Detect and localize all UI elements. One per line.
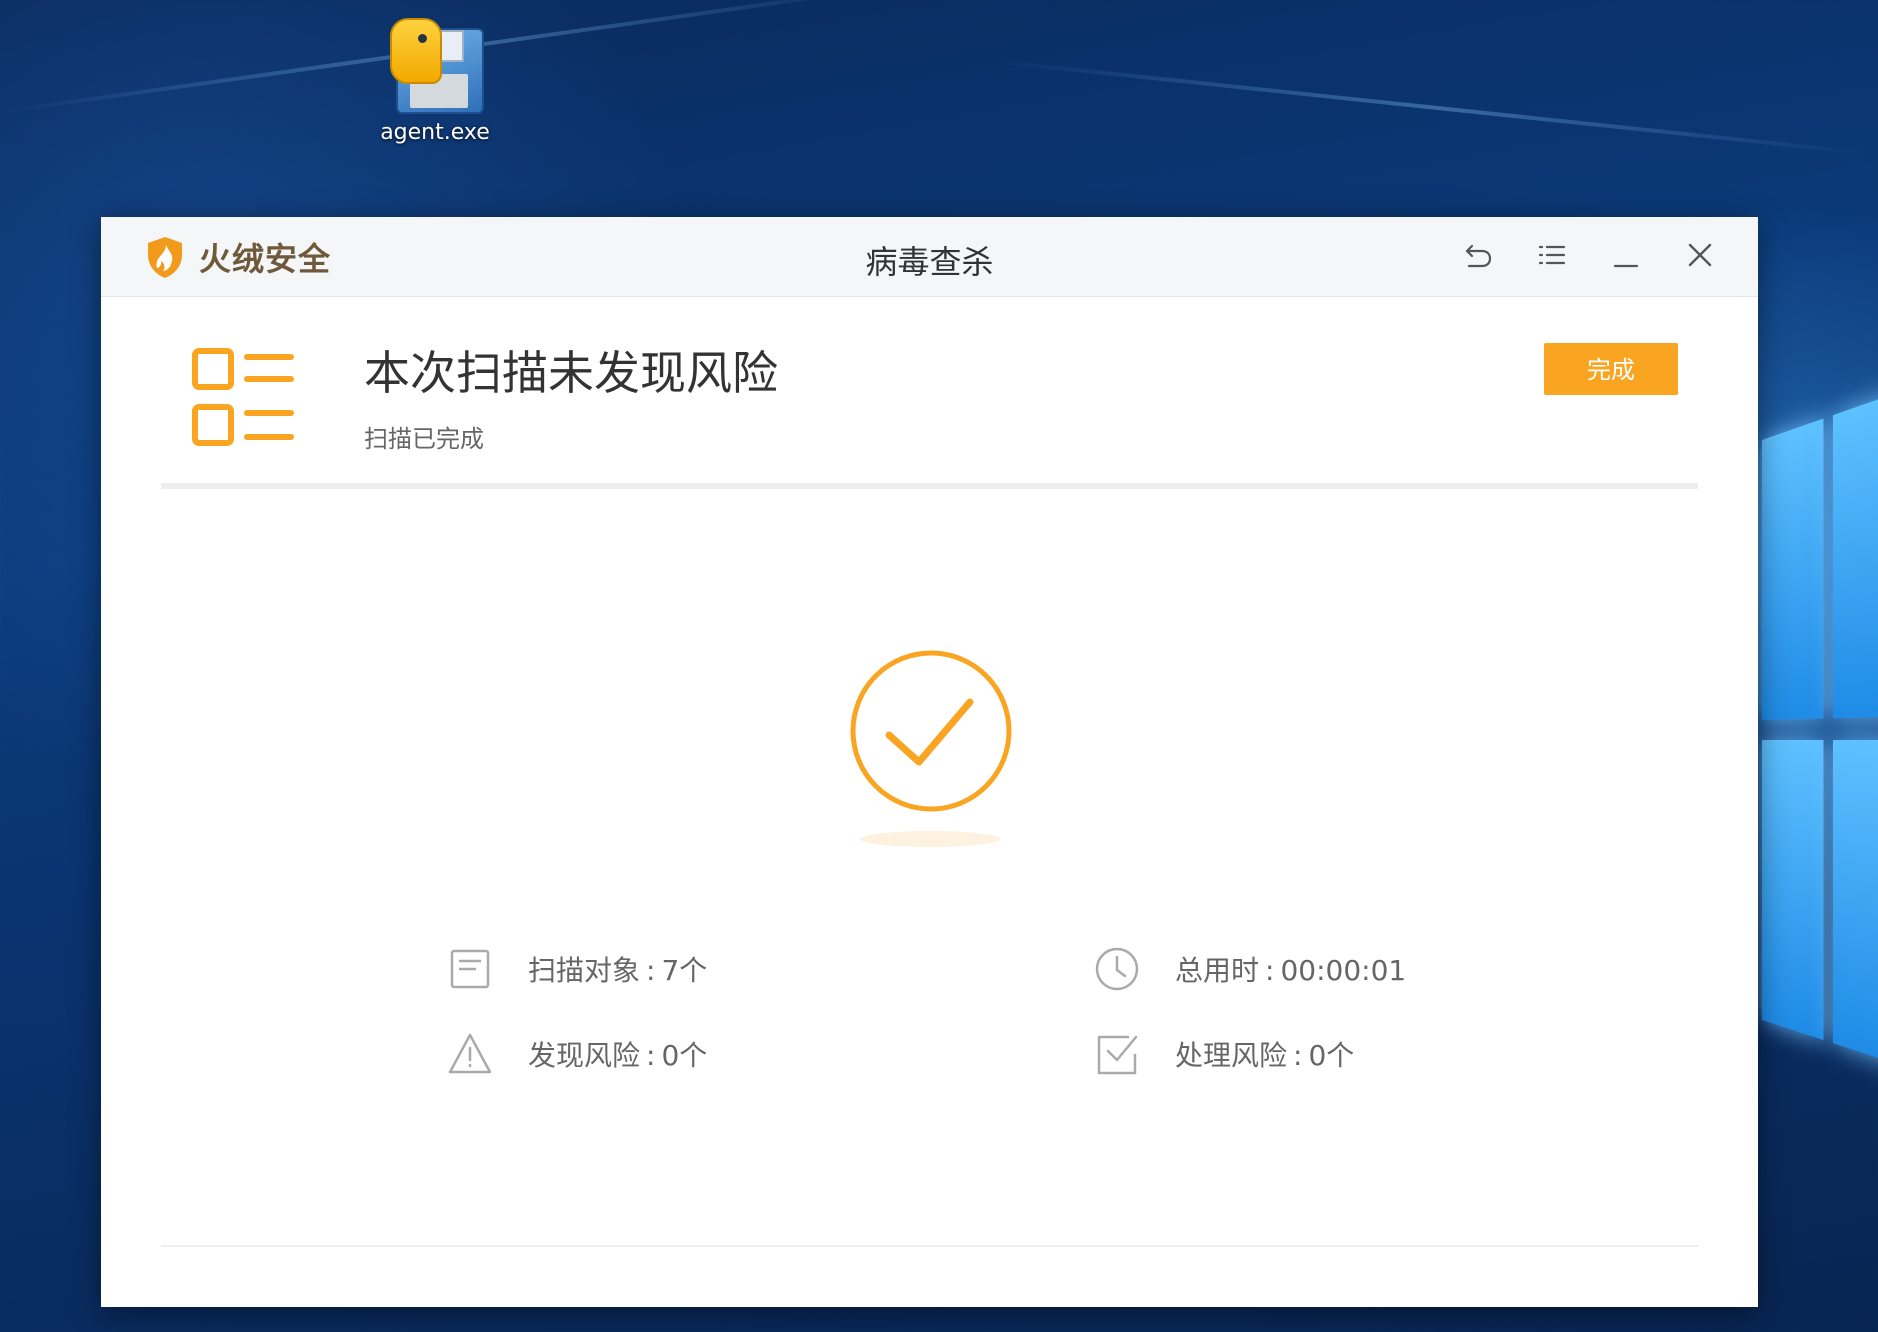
stat-scanned-label: 扫描对象: [528, 954, 641, 987]
clock-icon: [1093, 945, 1141, 993]
footer-divider: [161, 1245, 1698, 1247]
desktop-light-beam: [999, 60, 1874, 156]
check-circle-icon: [850, 650, 1012, 812]
stat-risks-handled-label: 处理风险: [1175, 1039, 1288, 1072]
stat-risks-handled-value: 0个: [1308, 1039, 1355, 1072]
header-divider: [161, 483, 1698, 489]
stat-elapsed: 总用时:00:00:01: [1093, 944, 1406, 994]
scan-list-icon: [192, 348, 294, 446]
success-check: [848, 648, 1014, 848]
title-bar[interactable]: 火绒安全 病毒查杀: [101, 217, 1758, 297]
stat-scanned: 扫描对象:7个: [446, 944, 707, 994]
stat-risks-found-label: 发现风险: [528, 1039, 641, 1072]
warning-icon: [446, 1030, 494, 1078]
done-button[interactable]: 完成: [1544, 343, 1678, 395]
minimize-icon[interactable]: [1608, 237, 1644, 273]
stat-elapsed-label: 总用时: [1175, 954, 1260, 987]
stat-elapsed-value: 00:00:01: [1280, 954, 1407, 987]
document-icon: [446, 945, 494, 993]
stat-risks-found-value: 0个: [661, 1039, 708, 1072]
windows-logo: [1762, 389, 1878, 1090]
stat-risks-found: 发现风险:0个: [446, 1029, 707, 1079]
stat-risks-handled: 处理风险:0个: [1093, 1029, 1354, 1079]
result-header: 本次扫描未发现风险 扫描已完成 完成: [101, 297, 1758, 487]
check-shadow: [860, 831, 1000, 847]
back-arrow-icon[interactable]: [1460, 237, 1496, 273]
result-title: 本次扫描未发现风险: [364, 346, 778, 400]
checkbox-icon: [1093, 1030, 1141, 1078]
close-icon[interactable]: [1682, 237, 1718, 273]
python-floppy-icon: [390, 18, 484, 114]
desktop-icon-label: agent.exe: [380, 120, 490, 145]
result-subtitle: 扫描已完成: [364, 425, 484, 453]
huorong-window: 火绒安全 病毒查杀 本次扫描未发现风险 扫描已完成 完成 扫描对象: 7个 总…: [101, 217, 1758, 1307]
window-controls: [1460, 237, 1718, 273]
menu-icon[interactable]: [1534, 237, 1570, 273]
desktop-icon-agent[interactable]: agent.exe: [365, 18, 505, 145]
stat-scanned-value: 7个: [661, 954, 708, 987]
